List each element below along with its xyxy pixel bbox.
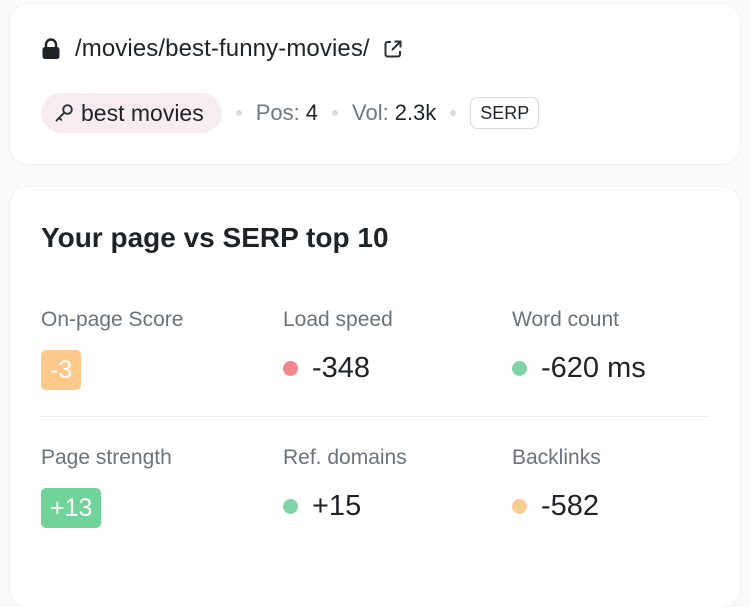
separator-dot <box>235 110 242 116</box>
load-speed-label: Load speed <box>283 308 393 331</box>
page-url-path[interactable]: /movies/best-funny-movies/ <box>75 35 370 63</box>
keyword-meta-row: best movies Pos: 4 Vol: 2.3k SERP <box>41 93 540 133</box>
separator-dot <box>332 110 338 116</box>
status-dot <box>283 361 298 376</box>
ref-domains-label: Ref. domains <box>283 446 407 469</box>
lock-icon <box>42 38 60 59</box>
word-count-number: -620 ms <box>541 352 646 384</box>
page-strength-label: Page strength <box>41 446 172 469</box>
key-icon <box>55 104 73 122</box>
url-row: /movies/best-funny-movies/ <box>41 34 404 64</box>
position-label: Pos: <box>255 100 300 125</box>
ref-domains-value: +15 <box>283 490 361 523</box>
backlinks-label: Backlinks <box>512 446 601 469</box>
status-dot <box>512 499 527 514</box>
serp-comparison-card: Your page vs SERP top 10 On-page Score -… <box>10 187 740 607</box>
volume-value: 2.3k <box>394 100 437 125</box>
volume-label: Vol: <box>352 100 389 125</box>
separator-dot <box>450 110 457 116</box>
position-value: 4 <box>305 100 318 125</box>
backlinks-number: -582 <box>541 490 600 522</box>
page-strength-badge: +13 <box>41 488 102 528</box>
ref-domains-number: +15 <box>312 490 362 522</box>
keyword-pill[interactable]: best movies <box>41 93 222 133</box>
status-dot <box>512 361 527 376</box>
keyword-text: best movies <box>81 99 204 126</box>
external-link-icon[interactable] <box>382 38 404 60</box>
on-page-score-badge: -3 <box>41 350 82 390</box>
section-title: Your page vs SERP top 10 <box>41 222 389 253</box>
backlinks-value: -582 <box>512 490 599 523</box>
word-count-label: Word count <box>512 308 619 331</box>
row-divider <box>41 416 709 417</box>
load-speed-number: -348 <box>312 352 371 384</box>
page-info-card: /movies/best-funny-movies/ best movies P… <box>10 4 740 164</box>
on-page-score-label: On-page Score <box>41 308 184 331</box>
serp-button[interactable]: SERP <box>470 97 540 129</box>
word-count-value: -620 ms <box>512 352 646 385</box>
load-speed-value: -348 <box>283 352 370 385</box>
status-dot <box>283 499 298 514</box>
